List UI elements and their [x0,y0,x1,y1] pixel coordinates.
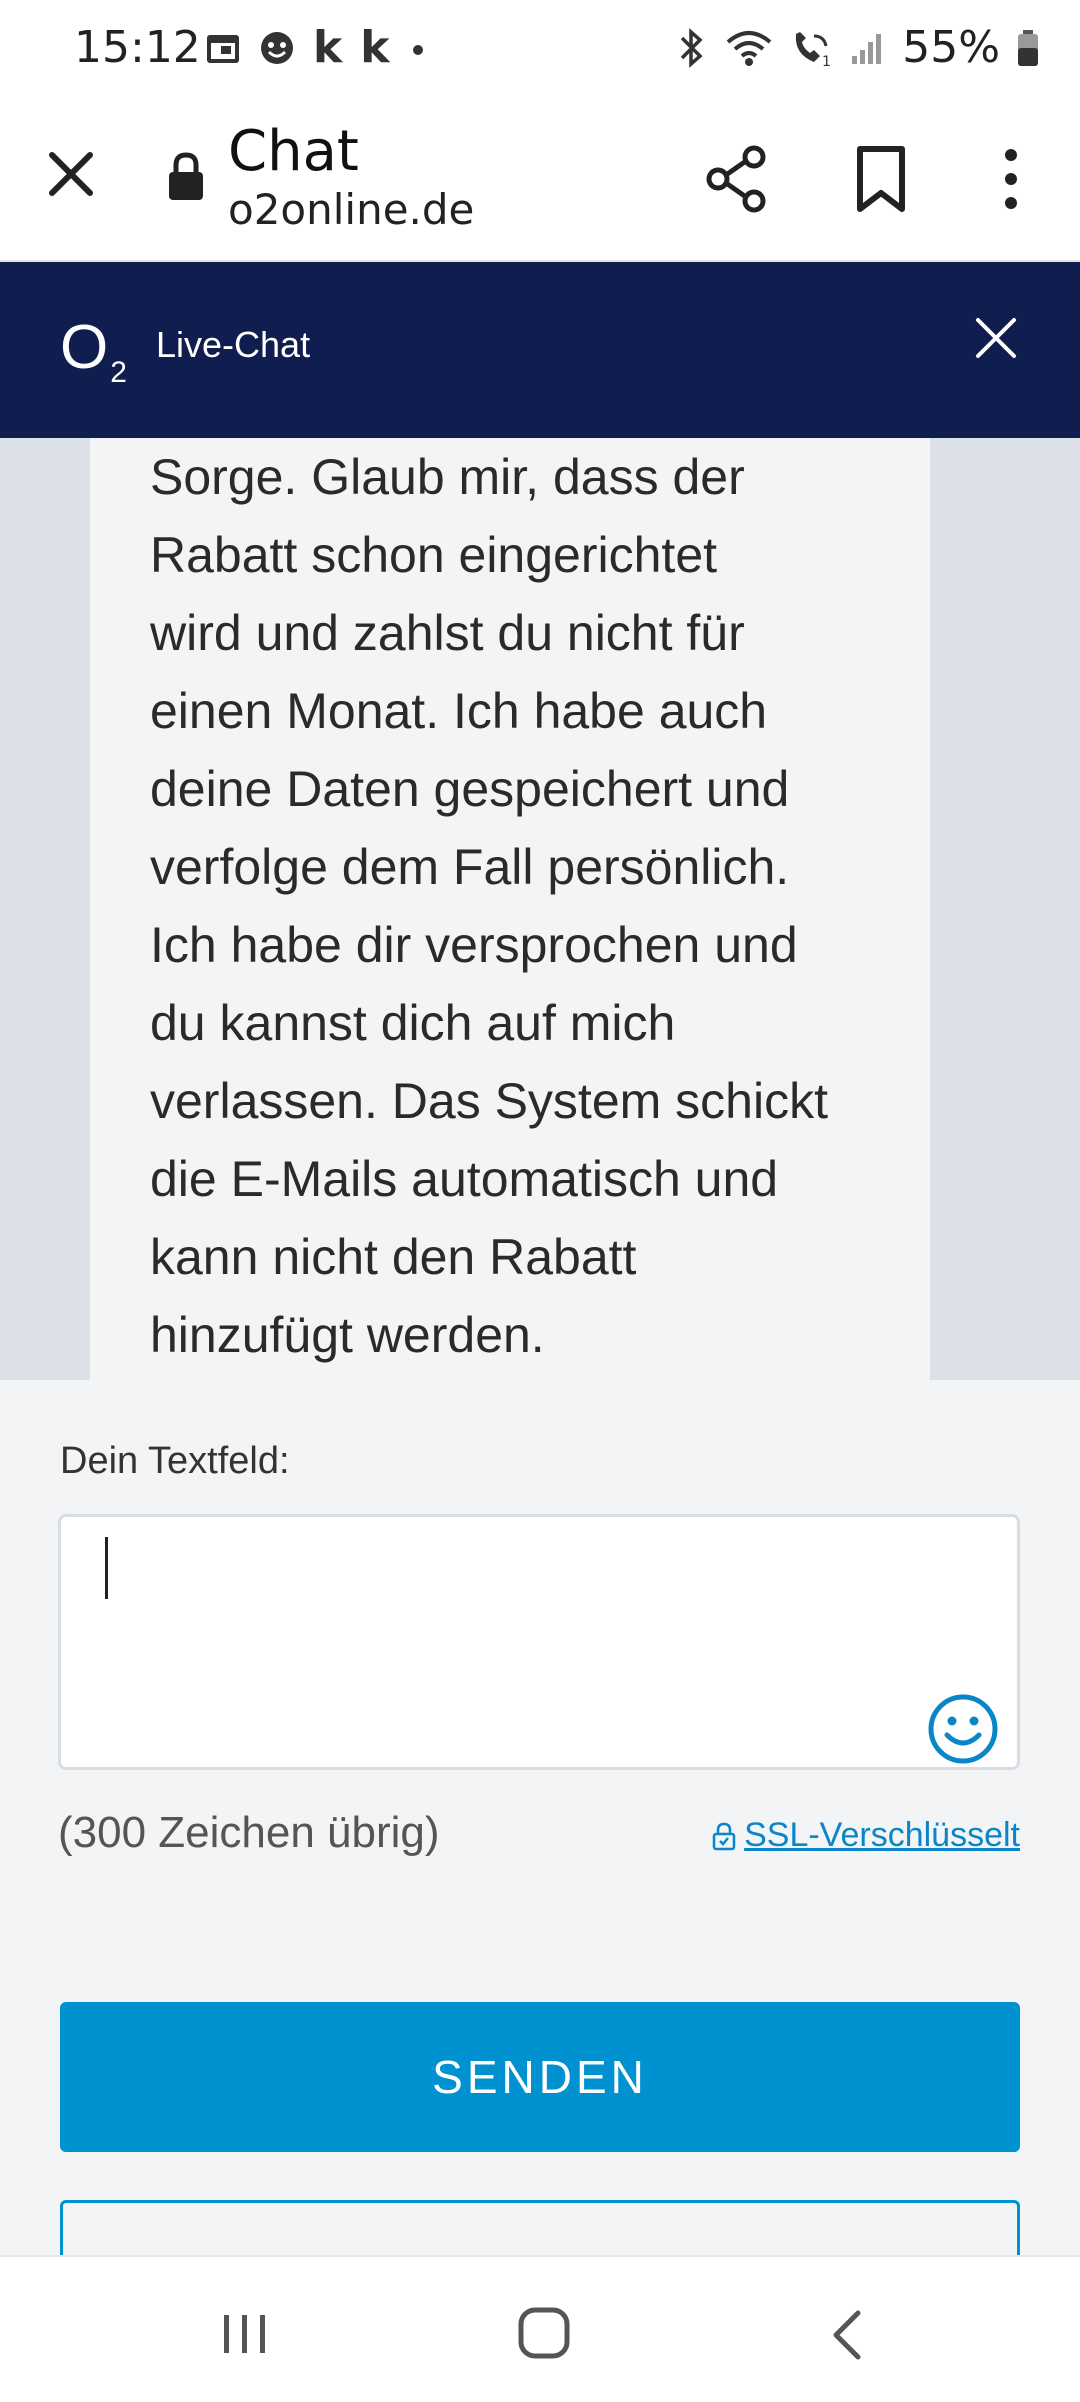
more-options-icon[interactable] [990,143,1032,215]
back-icon[interactable] [826,2307,866,2363]
ssl-link[interactable]: SSL-Verschlüsselt [710,1816,1020,1855]
system-icons: 1 55% [674,22,1040,73]
status-bar: 15:12 k k 1 55% [0,0,1080,105]
o2-logo: O2 [60,313,127,389]
text-caret [105,1537,108,1599]
notification-icons: k k [205,22,428,73]
message-line: die E-Mails automatisch und [150,1151,779,1207]
ssl-label[interactable]: SSL-Verschlüsselt [744,1816,1020,1855]
message-input[interactable] [58,1514,1020,1770]
bookmark-icon[interactable] [848,143,914,215]
browser-toolbar: Chat o2online.de [0,105,1080,262]
page-title[interactable]: Chat [228,119,359,184]
chat-messages[interactable]: Sorge. Glaub mir, dass der Rabatt schon … [0,438,1080,1380]
face-icon [261,32,293,64]
k-app-icon: k [313,22,343,73]
recent-apps-icon[interactable] [218,2309,272,2359]
wifi-icon [726,30,772,66]
message-line: deine Daten gespeichert und [150,761,790,817]
system-nav-bar [0,2255,1080,2402]
message-line: verlassen. Das System schickt [150,1073,828,1129]
message-line: verfolge dem Fall persönlich. [150,839,790,895]
message-line: wird und zahlst du nicht für [150,605,745,661]
message-line: Sorge. Glaub mir, dass der [150,449,745,505]
close-tab-icon[interactable] [40,143,102,205]
message-line: Ich habe dir versprochen und [150,917,798,973]
agent-message-bubble: Sorge. Glaub mir, dass der Rabatt schon … [90,438,930,1380]
message-line: kann nicht den Rabatt [150,1229,637,1285]
padlock-icon [712,1822,736,1850]
page-url[interactable]: o2online.de [228,185,474,234]
home-icon[interactable] [516,2305,572,2361]
svg-text:1: 1 [822,54,831,68]
status-time: 15:12 [74,22,201,73]
message-line: hinzufügt werden. [150,1307,545,1363]
bluetooth-icon [680,27,703,68]
input-panel: Dein Textfeld: (300 Zeichen übrig) SSL-V… [0,1380,1080,2320]
emoji-icon[interactable] [925,1691,1001,1767]
textfield-label: Dein Textfeld: [60,1440,290,1482]
char-counter: (300 Zeichen übrig) [58,1808,440,1857]
dot-icon [412,45,423,55]
send-button[interactable]: SENDEN [60,2002,1020,2152]
message-line: du kannst dich auf mich [150,995,676,1051]
signal-icon [852,33,882,64]
agent-message-text: Sorge. Glaub mir, dass der Rabatt schon … [150,438,870,1374]
battery-percent: 55% [902,22,1000,73]
battery-icon [1018,29,1038,66]
close-chat-icon[interactable] [972,314,1020,362]
k-app-icon: k [360,22,390,73]
chat-header-title: Live-Chat [156,324,311,365]
calendar-icon [207,35,239,63]
lock-icon [169,152,203,200]
share-icon[interactable] [700,143,772,215]
message-line: Rabatt schon eingerichtet [150,527,718,583]
message-line: einen Monat. Ich habe auch [150,683,768,739]
chat-header: O2 Live-Chat [0,262,1080,438]
wifi-call-icon: 1 [796,31,831,68]
